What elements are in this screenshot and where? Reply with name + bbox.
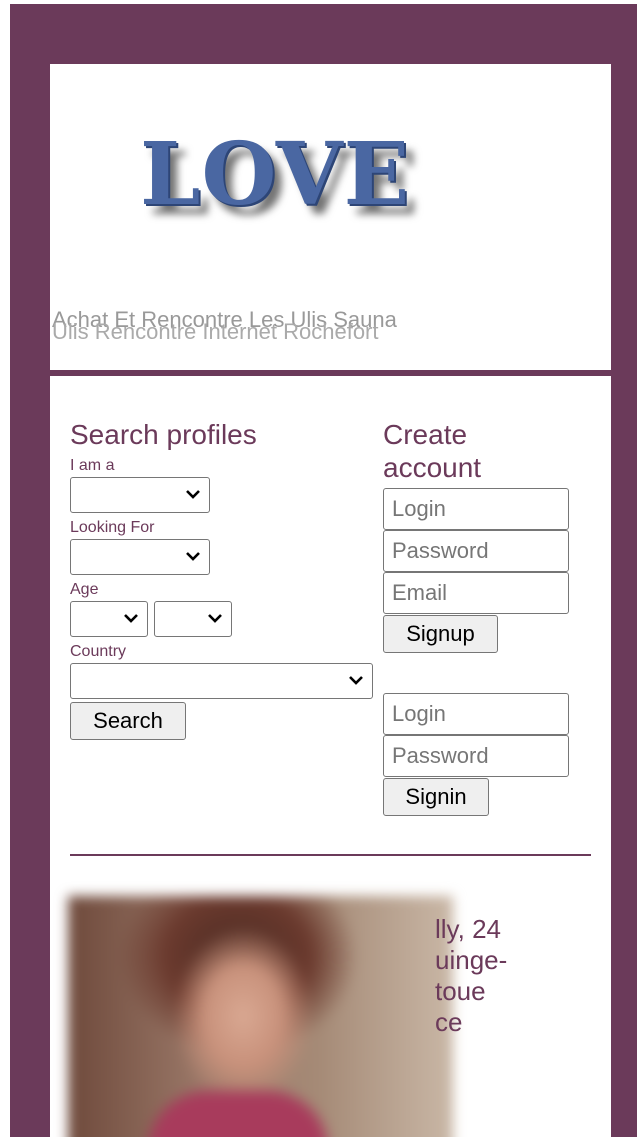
signup-login-input[interactable]: Login bbox=[383, 488, 569, 530]
section-divider bbox=[70, 854, 591, 856]
signin-password-input[interactable]: Password bbox=[383, 735, 569, 777]
i-am-select[interactable] bbox=[70, 477, 210, 513]
signin-button[interactable]: Signin bbox=[383, 778, 489, 816]
signup-button[interactable]: Signup bbox=[383, 615, 498, 653]
profile-line-2: uinge- bbox=[435, 945, 508, 975]
signup-email-input[interactable]: Email bbox=[383, 572, 569, 614]
profile-photo-shirt bbox=[148, 1091, 328, 1137]
chevron-down-icon bbox=[186, 490, 200, 499]
site-logo[interactable]: LOVE bbox=[140, 124, 410, 225]
search-profiles-title: Search profiles bbox=[70, 419, 257, 450]
profile-name-age: lly, 24 bbox=[435, 914, 501, 944]
create-account-title: Create account bbox=[383, 419, 482, 483]
country-label: Country bbox=[70, 643, 127, 660]
looking-for-label: Looking For bbox=[70, 519, 155, 536]
signup-password-input[interactable]: Password bbox=[383, 530, 569, 572]
chevron-down-icon bbox=[349, 676, 363, 685]
site-header: LOVE Achat Et Rencontre Les Ulis Sauna U… bbox=[50, 64, 611, 370]
country-select[interactable] bbox=[70, 663, 373, 699]
profile-summary[interactable]: lly, 24 uinge- toue ce bbox=[435, 914, 595, 1038]
i-am-label: I am a bbox=[70, 457, 115, 474]
main-content: Search profiles I am a Looking For Age C… bbox=[50, 376, 611, 1137]
age-to-select[interactable] bbox=[154, 601, 232, 637]
chevron-down-icon bbox=[124, 614, 138, 623]
chevron-down-icon bbox=[208, 614, 222, 623]
profile-line-4: ce bbox=[435, 1007, 463, 1037]
chevron-down-icon bbox=[186, 552, 200, 561]
search-button[interactable]: Search bbox=[70, 702, 186, 740]
looking-for-select[interactable] bbox=[70, 539, 210, 575]
profile-line-3: toue bbox=[435, 976, 486, 1006]
tagline-overlap[interactable]: Ulis Rencontre Internet Rochefort bbox=[52, 321, 639, 343]
age-from-select[interactable] bbox=[70, 601, 148, 637]
signin-login-input[interactable]: Login bbox=[383, 693, 569, 735]
profile-photo[interactable] bbox=[68, 896, 453, 1137]
age-label: Age bbox=[70, 581, 99, 598]
